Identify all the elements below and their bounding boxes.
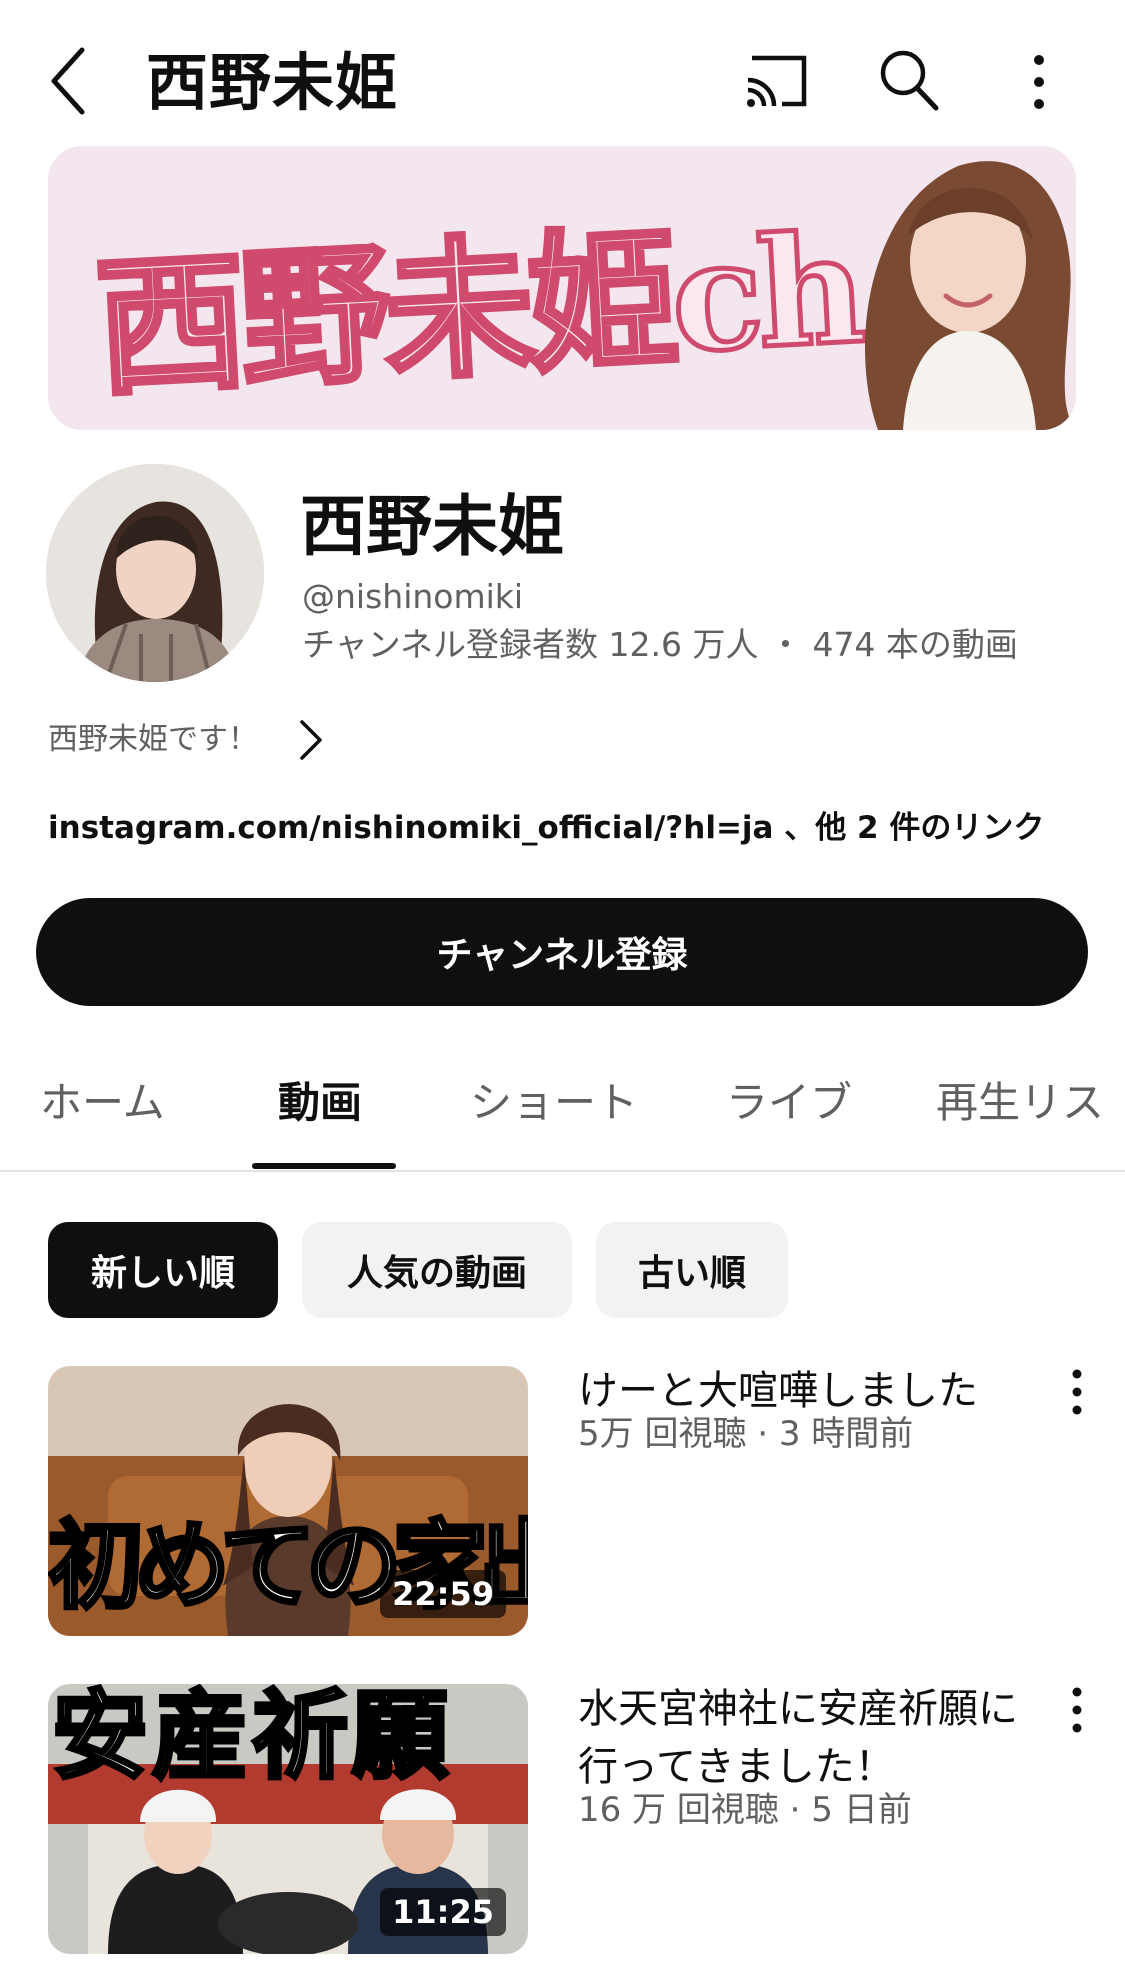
active-tab-indicator [252, 1163, 396, 1169]
tab-playlists[interactable]: 再生リス [936, 1060, 1104, 1172]
page-title: 西野未姫 [146, 46, 399, 119]
video-more-icon[interactable] [1066, 1366, 1088, 1418]
more-vert-icon[interactable] [1024, 52, 1054, 112]
video-duration: 22:59 [380, 1570, 506, 1618]
video-meta: 16 万 回視聴 · 5 日前 [578, 1790, 912, 1830]
subscribe-button[interactable]: チャンネル登録 [36, 898, 1088, 1006]
video-thumbnail[interactable]: 初めての家出 22:59 [48, 1366, 528, 1636]
video-meta: 5万 回視聴 · 3 時間前 [578, 1414, 914, 1454]
tab-live[interactable]: ライブ [726, 1060, 852, 1172]
video-duration: 11:25 [380, 1888, 506, 1936]
channel-tabs: ホーム 動画 ショート ライブ 再生リス [0, 1060, 1125, 1172]
channel-banner: 西野未姫ch [48, 146, 1076, 430]
channel-stats: チャンネル登録者数 12.6 万人 ・ 474 本の動画 [302, 625, 1018, 664]
video-more-icon[interactable] [1066, 1684, 1088, 1736]
tabs-divider [0, 1170, 1125, 1172]
channel-description[interactable]: 西野未姫です！ [48, 712, 324, 768]
banner-title: 西野未姫ch [89, 199, 867, 420]
chip-newest[interactable]: 新しい順 [48, 1222, 278, 1318]
description-text: 西野未姫です！ [48, 722, 258, 757]
tab-shorts[interactable]: ショート [470, 1060, 638, 1172]
channel-handle: @nishinomiki [302, 577, 524, 616]
channel-name: 西野未姫 [300, 488, 564, 565]
video-title[interactable]: 水天宮神社に安産祈願に行ってきました！ [578, 1680, 1048, 1796]
chevron-right-icon [300, 720, 322, 760]
video-thumbnail[interactable]: 安産祈願 11:25 [48, 1684, 528, 1954]
chip-popular[interactable]: 人気の動画 [302, 1222, 572, 1318]
banner-person-image [864, 161, 1076, 430]
back-icon[interactable] [48, 46, 88, 116]
search-icon[interactable] [878, 48, 940, 112]
channel-links[interactable]: instagram.com/nishinomiki_official/?hl=j… [48, 800, 1044, 856]
thumbnail-caption: 安産祈願 [50, 1684, 452, 1794]
tab-videos[interactable]: 動画 [278, 1060, 362, 1172]
tab-home[interactable]: ホーム [40, 1060, 165, 1172]
cast-icon[interactable] [744, 52, 810, 110]
chip-oldest[interactable]: 古い順 [596, 1222, 788, 1318]
avatar[interactable] [46, 464, 264, 682]
